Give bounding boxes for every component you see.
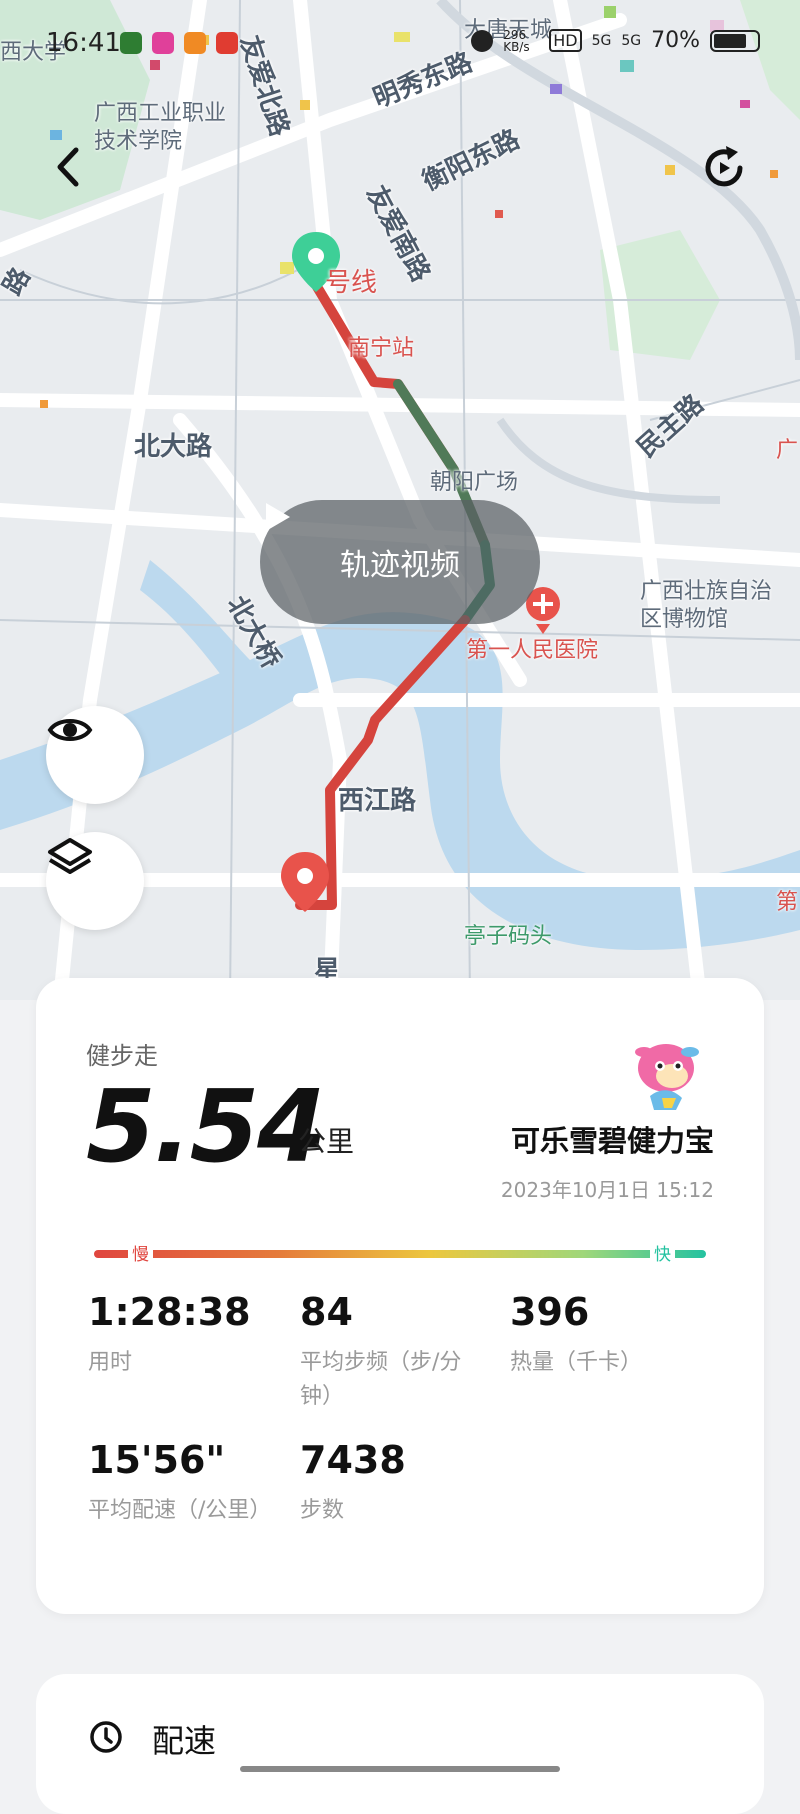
- chevron-left-icon: [57, 147, 79, 187]
- app-icon: [152, 32, 174, 54]
- poi-label: 广西壮族自治区博物馆: [640, 579, 773, 632]
- signal-indicator: 5G: [591, 32, 612, 49]
- speed-legend-bar: [94, 1250, 706, 1258]
- notification-icons: [120, 32, 238, 54]
- track-video-button[interactable]: 轨迹视频: [260, 500, 540, 624]
- poi-label: 第: [776, 890, 799, 915]
- stat-steps-label: 步数: [300, 1498, 345, 1523]
- wechat-icon: [120, 32, 142, 54]
- play-icon: [266, 503, 290, 531]
- road-label: 西江路: [338, 786, 417, 816]
- network-speed: 296 KB/s: [503, 27, 530, 54]
- signal-indicator: 5G: [621, 32, 642, 49]
- app-icon: [184, 32, 206, 54]
- status-time: 16:41: [46, 28, 121, 58]
- replay-icon: [705, 146, 743, 187]
- hd-indicator: HD: [549, 29, 582, 52]
- poi-label: 第一人民医院: [466, 638, 599, 663]
- stat-calories-value: 396: [510, 1290, 590, 1334]
- back-button[interactable]: [48, 142, 88, 192]
- poi-label: 号线: [325, 268, 378, 298]
- poi-label: 广西工业职业技术学院: [94, 101, 227, 154]
- activity-type: 健步走: [86, 1042, 158, 1070]
- distance-unit: 公里: [298, 1125, 355, 1158]
- hospital-icon: [526, 587, 560, 634]
- status-bar: 16:41 296 KB/s HD 5G 5G 70%: [0, 0, 800, 86]
- track-video-label: 轨迹视频: [340, 548, 460, 583]
- layers-icon: [48, 838, 92, 874]
- stat-duration-label: 用时: [88, 1350, 133, 1375]
- stat-steps-value: 7438: [300, 1438, 406, 1482]
- stat-pace-value: 15'56": [88, 1438, 226, 1482]
- stat-cadence-value: 84: [300, 1290, 353, 1334]
- poi-label: 亭子码头: [464, 924, 553, 949]
- mascot-avatar: [635, 1044, 699, 1110]
- stat-duration-value: 1:28:38: [88, 1290, 251, 1334]
- stat-calories-label: 热量（千卡）: [510, 1350, 643, 1375]
- activity-datetime: 2023年10月1日 15:12: [500, 1178, 714, 1202]
- poi-label: 朝阳广场: [430, 470, 519, 495]
- route-map[interactable]: 西大学 广西工业职业技术学院 大唐天城 友爱北路 明秀东路 衡阳东路 友爱南路 …: [0, 0, 800, 1000]
- map-layers-button[interactable]: [46, 832, 144, 930]
- eye-icon: [47, 719, 93, 741]
- stat-pace-label: 平均配速（/公里）: [88, 1498, 272, 1523]
- weibo-icon: [216, 32, 238, 54]
- pace-section-title: 配速: [152, 1722, 217, 1760]
- speed-slow-label: 慢: [128, 1240, 153, 1265]
- alarm-icon: [471, 29, 494, 52]
- visibility-toggle-button[interactable]: [46, 706, 144, 804]
- road-label: 北大路: [134, 432, 213, 462]
- home-indicator[interactable]: [240, 1766, 560, 1772]
- speed-fast-label: 快: [650, 1240, 675, 1265]
- pace-section[interactable]: 配速: [36, 1674, 764, 1814]
- timer-icon: [90, 1721, 122, 1753]
- distance-value: 5.54: [86, 1068, 327, 1185]
- poi-label: 南宁站: [348, 336, 415, 361]
- activity-summary-card: 健步走 5.54 公里 可乐雪碧健力宝 2023年10月1日 15:12 慢 快…: [36, 978, 764, 1614]
- replay-button[interactable]: [696, 140, 752, 196]
- battery-icon: [710, 29, 760, 52]
- poi-label: 广: [776, 438, 799, 463]
- stat-cadence-label: 平均步频（步/分钟）: [300, 1350, 462, 1409]
- owner-name: 可乐雪碧健力宝: [510, 1124, 714, 1158]
- battery-percent: 70%: [651, 28, 700, 53]
